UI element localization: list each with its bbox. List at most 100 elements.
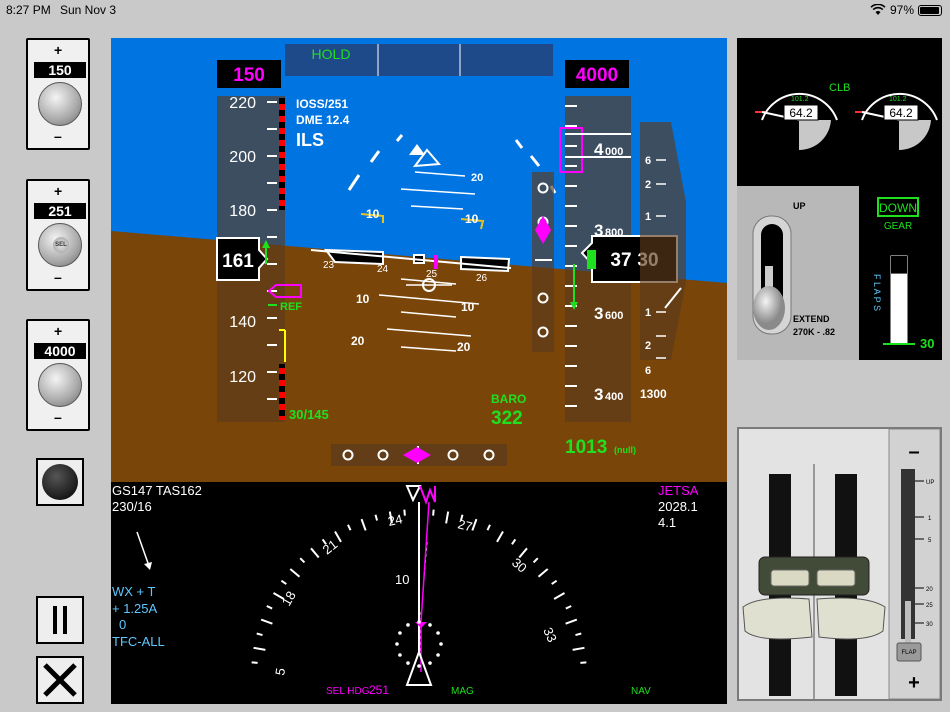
speed-knob[interactable]: [38, 82, 82, 126]
alt-label-big: 4: [594, 140, 604, 159]
pitch-label: 20: [471, 172, 483, 184]
compass-tick: [565, 605, 572, 610]
bank-label: 23: [323, 260, 335, 271]
speed-label: 120: [229, 369, 256, 386]
compass-tick: [253, 646, 266, 651]
heading-increase-button[interactable]: +: [54, 183, 62, 199]
compass-tick: [360, 518, 367, 531]
compass-tick: [486, 524, 491, 531]
pause-icon: [53, 606, 67, 634]
range-ring-dot: [398, 653, 402, 657]
pitch-label: 10: [465, 212, 479, 226]
compass-label: 24: [387, 511, 404, 529]
speed-knob-panel: + 150 –: [26, 38, 90, 150]
compass-tick: [580, 661, 587, 664]
localizer-scale: [331, 444, 507, 466]
compass-label: 33: [540, 625, 560, 644]
n1-gauge-right: 101.2 64.2: [855, 93, 938, 151]
fma-hold: HOLD: [312, 46, 351, 62]
compass-tick: [374, 514, 379, 521]
gear-limit-label: 270K - .82: [793, 327, 835, 337]
vsi-label: 6: [645, 365, 651, 377]
sel-hdg-value: 251: [369, 683, 389, 697]
range-ring-dot: [406, 623, 410, 627]
current-speed: 161: [222, 251, 254, 272]
throttle-quadrant: – UP 1 5 20 25 30 FLAP +: [737, 427, 942, 701]
vsi-label: 1: [645, 307, 651, 319]
compass-tick: [334, 531, 342, 543]
navigation-display: GS147 TAS162 230/16 WX + T + 1.25A 0 TFC…: [111, 482, 727, 704]
compass-tick: [266, 605, 273, 610]
flap-handle-label: FLAP: [901, 650, 916, 656]
gs-tas: GS147 TAS162: [112, 483, 202, 498]
speed-increase-button[interactable]: +: [54, 42, 62, 58]
close-icon: [43, 663, 77, 697]
flap-detent-label: UP: [926, 480, 934, 486]
ref-speed-label: REF: [280, 301, 302, 313]
n1-value-left: 64.2: [789, 106, 813, 120]
nav-dme: DME 12.4: [296, 113, 350, 127]
flaps-gauge-unfilled: [891, 256, 907, 274]
pitch-label: 20: [351, 334, 365, 348]
speed-label: 200: [229, 149, 256, 166]
waypoint-time: 4.1: [658, 515, 676, 530]
altitude-decrease-button[interactable]: –: [54, 409, 62, 425]
gear-status: DOWN: [879, 201, 917, 215]
status-bar: 8:27 PM Sun Nov 3 97%: [0, 0, 950, 20]
compass-tick: [310, 547, 320, 559]
aircraft-symbol-icon: [405, 649, 433, 686]
alt-label-small: 600: [605, 310, 623, 322]
wind-readout: 230/16: [112, 499, 152, 514]
vref-label: 30/145: [289, 407, 329, 422]
range-ring-dot: [436, 631, 440, 635]
close-button[interactable]: [36, 656, 84, 704]
n1-value-right: 64.2: [889, 106, 913, 120]
compass-tick: [432, 509, 435, 516]
heading-knob[interactable]: SEL: [38, 223, 82, 267]
range-ring-dot: [417, 620, 421, 624]
pitch-label: 10: [366, 207, 380, 221]
vsi-label: 1: [645, 211, 651, 223]
alt-label-small: 400: [605, 391, 623, 403]
waypoint-distance: 2028.1: [658, 499, 698, 514]
altitude-value: 4000: [34, 343, 86, 359]
range-ring-dot: [439, 642, 443, 646]
flap-detent-label: 20: [926, 587, 933, 593]
altitude-knob[interactable]: [38, 363, 82, 407]
gear-extend-label: EXTEND: [793, 314, 830, 324]
nav-mode: ILS: [296, 130, 324, 150]
heading-decrease-button[interactable]: –: [54, 269, 62, 285]
record-button[interactable]: [36, 458, 84, 506]
compass-tick: [256, 632, 263, 637]
compass-tick: [537, 568, 549, 578]
heading-select-label[interactable]: SEL: [53, 237, 69, 253]
baro-value: 322: [491, 408, 523, 429]
glideslope-scale: [532, 172, 554, 352]
bank-label: 26: [476, 273, 488, 284]
wx-line1: WX + T: [112, 584, 156, 599]
compass-label: 27: [456, 516, 474, 534]
sel-hdg-label: SEL HDG: [326, 686, 370, 697]
flap-retract-button: –: [908, 441, 919, 463]
pitch-label: 20: [457, 340, 471, 354]
compass-tick: [289, 568, 301, 578]
speed-label: 140: [229, 314, 256, 331]
pause-button[interactable]: [36, 596, 84, 644]
gear-panel: UP EXTEND 270K - .82 DOWN GEAR F L A P S…: [737, 186, 942, 360]
compass-tick: [251, 661, 258, 664]
baro-minimum-label: 1300: [640, 387, 667, 401]
speed-decrease-button[interactable]: –: [54, 128, 62, 144]
altitude-increase-button[interactable]: +: [54, 323, 62, 339]
range-label: 10: [395, 572, 409, 587]
compass-label: 5: [272, 667, 288, 677]
wx-line4: TFC-ALL: [112, 634, 165, 649]
wx-line2: + 1.25A: [112, 601, 158, 616]
selected-heading-bug: [419, 485, 436, 505]
wx-line3: 0: [119, 617, 126, 632]
battery-percent: 97%: [889, 3, 914, 17]
record-icon: [42, 464, 78, 500]
flight-mode-annunciator: HOLD: [285, 44, 553, 76]
alt-label-big: 3: [594, 385, 603, 404]
speed-value: 150: [34, 62, 86, 78]
range-ring-dot: [417, 664, 421, 668]
